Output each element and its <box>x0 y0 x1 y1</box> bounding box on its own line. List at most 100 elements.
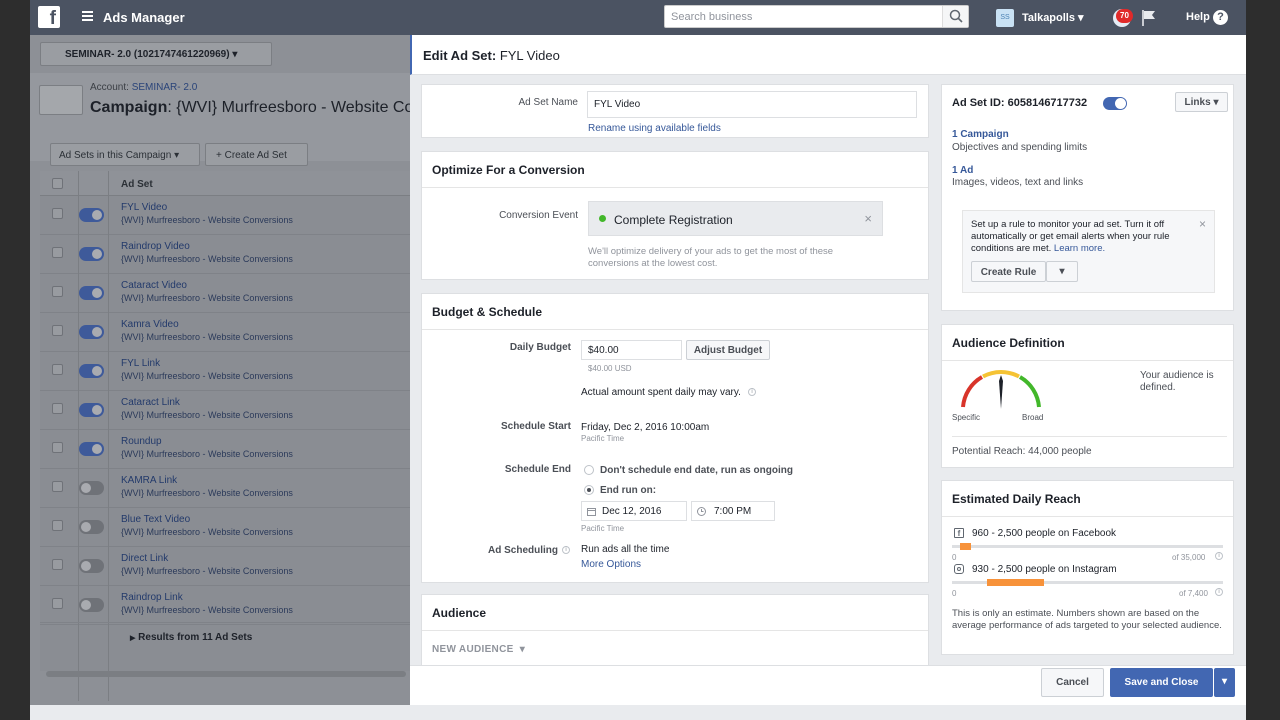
conversion-event-field[interactable]: Complete Registration × <box>588 201 883 236</box>
row-campaign-name: {WVI} Murfreesboro - Website Conversions <box>121 566 293 576</box>
row-adset-name[interactable]: FYL Video <box>121 202 167 213</box>
row-status-toggle[interactable] <box>79 559 104 573</box>
info-icon[interactable]: i <box>1215 552 1223 560</box>
help-link[interactable]: Help <box>1186 11 1210 23</box>
adset-name-input[interactable] <box>587 91 917 118</box>
info-icon[interactable]: i <box>1215 588 1223 596</box>
close-icon[interactable]: × <box>1199 217 1206 231</box>
rename-link[interactable]: Rename using available fields <box>588 123 721 134</box>
row-status-toggle[interactable] <box>79 325 104 339</box>
row-adset-name[interactable]: Kamra Video <box>121 319 179 330</box>
daily-budget-label: Daily Budget <box>509 342 571 353</box>
account-avatar[interactable]: SS <box>996 9 1014 27</box>
row-checkbox[interactable] <box>52 325 63 336</box>
row-checkbox[interactable] <box>52 286 63 297</box>
more-options-link[interactable]: More Options <box>581 559 641 570</box>
horizontal-scrollbar[interactable] <box>46 671 406 677</box>
row-adset-name[interactable]: FYL Link <box>121 358 160 369</box>
audience-definition-heading: Audience Definition <box>942 325 1233 361</box>
info-icon[interactable]: i <box>562 546 570 554</box>
column-header-adset[interactable]: Ad Set <box>121 179 153 190</box>
account-switcher[interactable]: Talkapolls ▾ <box>1022 11 1084 24</box>
table-row[interactable]: Blue Text Video {WVI} Murfreesboro - Webs… <box>40 508 410 547</box>
row-adset-name[interactable]: Roundup <box>121 436 162 447</box>
row-adset-name[interactable]: Raindrop Link <box>121 592 183 603</box>
table-row[interactable]: KAMRA Link {WVI} Murfreesboro - Website C… <box>40 469 410 508</box>
ongoing-radio[interactable] <box>584 465 594 475</box>
end-time-value: 7:00 PM <box>714 506 752 517</box>
cancel-button[interactable]: Cancel <box>1041 668 1104 697</box>
ad-link[interactable]: 1 Ad <box>952 165 973 176</box>
row-adset-name[interactable]: Direct Link <box>121 553 168 564</box>
info-icon[interactable]: i <box>748 388 756 396</box>
row-status-toggle[interactable] <box>79 520 104 534</box>
save-and-close-button[interactable]: Save and Close <box>1110 668 1213 697</box>
create-rule-button[interactable]: Create Rule <box>971 261 1046 282</box>
adjust-budget-button[interactable]: Adjust Budget <box>686 340 770 360</box>
app-title[interactable]: Ads Manager <box>103 10 185 25</box>
row-campaign-name: {WVI} Murfreesboro - Website Conversions <box>121 371 293 381</box>
row-checkbox[interactable] <box>52 403 63 414</box>
end-time-field[interactable]: 7:00 PM <box>691 501 775 521</box>
row-adset-name[interactable]: Cataract Video <box>121 280 187 291</box>
row-checkbox[interactable] <box>52 520 63 531</box>
row-adset-name[interactable]: Cataract Link <box>121 397 180 408</box>
row-checkbox[interactable] <box>52 208 63 219</box>
end-run-radio[interactable] <box>584 485 594 495</box>
campaign-link[interactable]: 1 Campaign <box>952 129 1009 140</box>
row-status-toggle[interactable] <box>79 208 104 222</box>
table-row[interactable]: Raindrop Link {WVI} Murfreesboro - Websit… <box>40 586 410 625</box>
table-row[interactable]: Direct Link {WVI} Murfreesboro - Website … <box>40 547 410 586</box>
table-row[interactable]: FYL Video {WVI} Murfreesboro - Website Co… <box>40 196 410 235</box>
end-date-field[interactable]: Dec 12, 2016 <box>581 501 687 521</box>
end-date-value: Dec 12, 2016 <box>602 506 662 517</box>
row-status-toggle[interactable] <box>79 364 104 378</box>
end-run-option-label[interactable]: End run on: <box>600 485 656 496</box>
row-checkbox[interactable] <box>52 247 63 258</box>
row-status-toggle[interactable] <box>79 403 104 417</box>
account-label: Account: <box>90 82 129 93</box>
row-checkbox[interactable] <box>52 442 63 453</box>
account-link[interactable]: SEMINAR- 2.0 <box>132 82 198 93</box>
campaign-icon[interactable] <box>39 85 83 115</box>
table-row[interactable]: Raindrop Video {WVI} Murfreesboro - Websi… <box>40 235 410 274</box>
table-row[interactable]: Roundup {WVI} Murfreesboro - Website Conv… <box>40 430 410 469</box>
links-dropdown-button[interactable]: Links ▾ <box>1175 92 1228 112</box>
new-audience-dropdown[interactable]: NEW AUDIENCE ▾ <box>432 644 525 655</box>
row-status-toggle[interactable] <box>79 598 104 612</box>
select-all-checkbox[interactable] <box>52 178 63 189</box>
flag-icon[interactable] <box>1141 9 1157 27</box>
daily-budget-input[interactable] <box>581 340 682 360</box>
clear-event-icon[interactable]: × <box>864 211 872 226</box>
row-adset-name[interactable]: Blue Text Video <box>121 514 190 525</box>
save-options-dropdown[interactable]: ▾ <box>1214 668 1235 697</box>
help-icon[interactable]: ? <box>1213 10 1228 25</box>
row-status-toggle[interactable] <box>79 247 104 261</box>
search-input[interactable] <box>665 6 939 27</box>
table-row[interactable]: Cataract Link {WVI} Murfreesboro - Websit… <box>40 391 410 430</box>
create-rule-dropdown[interactable]: ▾ <box>1046 261 1078 282</box>
row-checkbox[interactable] <box>52 481 63 492</box>
create-adset-button[interactable]: + Create Ad Set <box>205 143 308 166</box>
menu-icon[interactable] <box>82 11 93 21</box>
learn-more-link[interactable]: Learn more. <box>1054 243 1105 254</box>
row-adset-name[interactable]: KAMRA Link <box>121 475 177 486</box>
campaign-selector[interactable]: SEMINAR- 2.0 (1021747461220969) ▾ <box>40 42 272 66</box>
row-status-toggle[interactable] <box>79 442 104 456</box>
adset-active-toggle[interactable] <box>1103 97 1127 110</box>
row-status-toggle[interactable] <box>79 481 104 495</box>
table-row[interactable]: Cataract Video {WVI} Murfreesboro - Websi… <box>40 274 410 313</box>
facebook-logo-icon[interactable]: f <box>38 6 60 28</box>
table-row[interactable]: FYL Link {WVI} Murfreesboro - Website Con… <box>40 352 410 391</box>
ongoing-option-label[interactable]: Don't schedule end date, run as ongoing <box>600 465 793 476</box>
row-status-toggle[interactable] <box>79 286 104 300</box>
adsets-dropdown-button[interactable]: Ad Sets in this Campaign ▾ <box>50 143 200 166</box>
search-button[interactable] <box>942 6 968 27</box>
row-adset-name[interactable]: Raindrop Video <box>121 241 190 252</box>
row-checkbox[interactable] <box>52 559 63 570</box>
row-checkbox[interactable] <box>52 598 63 609</box>
optimize-card: Optimize For a Conversion Conversion Eve… <box>421 151 929 280</box>
top-bar: f Ads Manager SS Talkapolls ▾ 70 Help ? <box>30 0 1246 35</box>
row-checkbox[interactable] <box>52 364 63 375</box>
table-row[interactable]: Kamra Video {WVI} Murfreesboro - Website … <box>40 313 410 352</box>
